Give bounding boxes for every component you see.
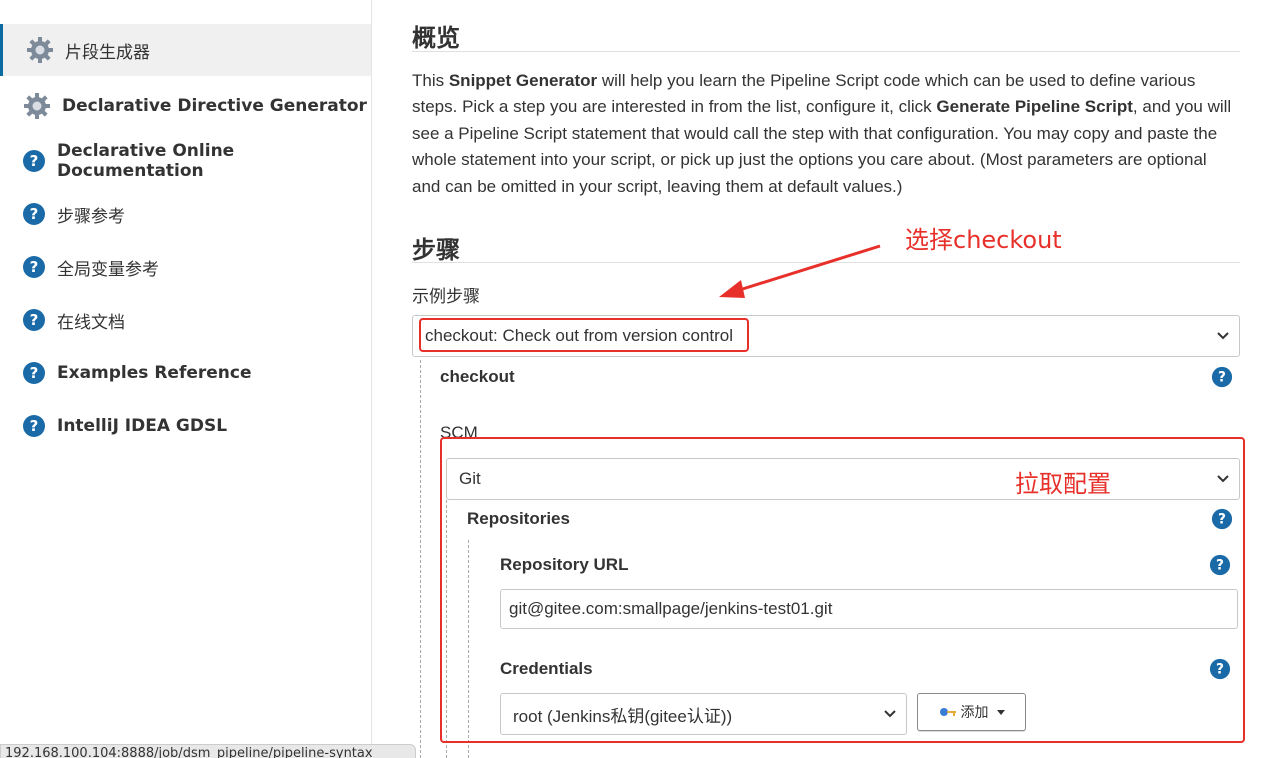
svg-text:?: ?	[30, 417, 39, 435]
repository-url-label: Repository URL	[500, 555, 629, 574]
svg-text:?: ?	[1218, 512, 1226, 528]
overview-heading: 概览	[412, 24, 460, 52]
gear-icon	[22, 91, 52, 121]
sidebar: 片段生成器 Declarative Directive Generator ? …	[0, 0, 372, 758]
repositories-label: Repositories	[467, 509, 570, 528]
key-icon	[939, 708, 956, 716]
help-icon: ?	[22, 361, 46, 385]
help-icon[interactable]: ?	[1209, 658, 1231, 680]
sidebar-item-step-reference[interactable]: ? 步骤参考	[0, 188, 371, 240]
repository-url-input[interactable]: git@gitee.com:smallpage/jenkins-test01.g…	[500, 589, 1238, 629]
svg-text:?: ?	[30, 311, 39, 329]
sidebar-item-label: 全局变量参考	[57, 259, 159, 280]
svg-text:?: ?	[30, 364, 39, 382]
help-icon: ?	[22, 149, 46, 173]
svg-text:?: ?	[30, 205, 39, 223]
snippet-generator-term: Snippet Generator	[448, 71, 598, 90]
nest-guide-line	[420, 360, 421, 758]
chevron-down-icon	[1217, 332, 1229, 340]
sidebar-item-intellij-idea-gdsl[interactable]: ? IntelliJ IDEA GDSL	[0, 400, 371, 452]
sample-step-select[interactable]: checkout: Check out from version control	[412, 315, 1240, 357]
chevron-down-icon	[884, 710, 896, 718]
scm-value: Git	[459, 469, 481, 488]
help-icon: ?	[22, 414, 46, 438]
caret-down-icon	[996, 709, 1005, 715]
help-icon[interactable]: ?	[1211, 366, 1233, 388]
sidebar-item-label: 在线文档	[57, 312, 125, 333]
add-button-label: 添加	[960, 705, 989, 721]
sidebar-item-label: 步骤参考	[57, 206, 125, 227]
sidebar-item-label: 片段生成器	[65, 42, 150, 63]
sidebar-item-label: Declarative Online Documentation	[57, 141, 235, 181]
generate-pipeline-script-term: Generate Pipeline Script	[936, 97, 1133, 117]
annotation-arrow	[719, 244, 881, 298]
svg-text:?: ?	[1216, 662, 1224, 678]
help-icon: ?	[22, 255, 46, 279]
repository-url-value: git@gitee.com:smallpage/jenkins-test01.g…	[509, 599, 833, 618]
annotation-pull-config: 拉取配置	[1015, 470, 1111, 498]
steps-heading: 步骤	[412, 236, 460, 264]
svg-text:?: ?	[1216, 558, 1224, 574]
sidebar-item-label: Examples Reference	[57, 363, 252, 383]
nest-guide-line	[468, 540, 469, 758]
help-icon[interactable]: ?	[1211, 508, 1233, 530]
add-credentials-button[interactable]: 添加	[917, 693, 1026, 731]
help-icon[interactable]: ?	[1209, 554, 1231, 576]
nest-guide-line	[446, 500, 447, 758]
sidebar-item-snippet-generator[interactable]: 片段生成器	[0, 24, 371, 76]
sidebar-item-label: IntelliJ IDEA GDSL	[57, 416, 228, 436]
credentials-value: root (Jenkins私钥(gitee认证))	[513, 706, 733, 726]
credentials-select[interactable]: root (Jenkins私钥(gitee认证))	[500, 693, 907, 735]
overview-divider	[412, 51, 1240, 52]
scm-label: SCM	[440, 423, 478, 442]
scm-select[interactable]: Git	[446, 458, 1240, 500]
gear-icon	[25, 35, 55, 65]
overview-description: This Snippet Generator will help you lea…	[412, 71, 1232, 196]
sidebar-item-examples-reference[interactable]: ? Examples Reference	[0, 347, 371, 399]
svg-text:?: ?	[30, 152, 39, 170]
sidebar-item-label: Declarative Directive Generator	[62, 96, 367, 116]
status-bar-url: 192.168.100.104:8888/job/dsm_pipeline/pi…	[0, 744, 416, 758]
help-icon: ?	[22, 202, 46, 226]
sidebar-item-online-docs[interactable]: ? 在线文档	[0, 294, 371, 346]
checkout-label: checkout	[440, 367, 515, 386]
annotation-select-checkout: 选择checkout	[905, 226, 1062, 254]
sidebar-item-declarative-online-documentation[interactable]: ? Declarative Online Documentation	[0, 135, 371, 187]
svg-text:?: ?	[1218, 370, 1226, 386]
sidebar-item-declarative-directive-generator[interactable]: Declarative Directive Generator	[0, 80, 371, 132]
chevron-down-icon	[1217, 475, 1229, 483]
credentials-label: Credentials	[500, 659, 593, 678]
svg-text:?: ?	[30, 258, 39, 276]
help-icon: ?	[22, 308, 46, 332]
sidebar-item-back-partial[interactable]	[22, 0, 50, 4]
sample-step-value: checkout: Check out from version control	[425, 326, 734, 345]
sample-step-label: 示例步骤	[412, 287, 480, 306]
sidebar-item-global-variable-reference[interactable]: ? 全局变量参考	[0, 241, 371, 293]
